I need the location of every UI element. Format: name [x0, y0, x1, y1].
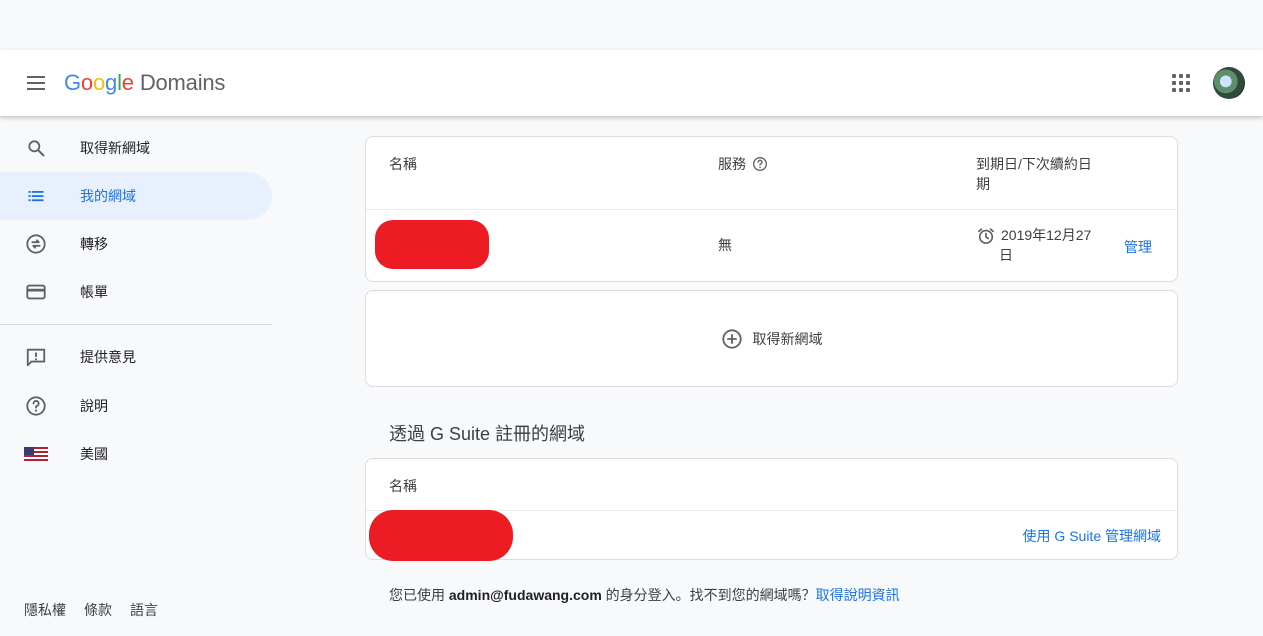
- sidebar-item-transfer[interactable]: 轉移: [0, 220, 272, 268]
- gsuite-domains-table: 名稱 使用 G Suite 管理網域: [365, 458, 1178, 561]
- sidebar-item-label: 美國: [80, 446, 108, 462]
- manage-domain-link[interactable]: 管理: [1124, 237, 1152, 257]
- column-header-expiry: 到期日/下次續約日 期: [976, 154, 1116, 194]
- list-icon: [24, 184, 48, 208]
- logo-letter: G: [64, 70, 81, 95]
- add-circle-icon: [721, 328, 742, 349]
- add-domain-card[interactable]: 取得新網域: [365, 290, 1178, 387]
- sidebar-item-feedback[interactable]: 提供意見: [0, 333, 272, 381]
- sidebar-item-help[interactable]: 說明: [0, 382, 272, 430]
- domains-table: 名稱 服務 到期日/下次續約日 期 無 2019年12月27 日 管理: [365, 136, 1178, 282]
- apps-grid-icon[interactable]: [1168, 70, 1194, 96]
- sidebar: 取得新網域 我的網域 轉移 帳單 提供意見 說明 美國 隱私權 條款 語言: [0, 116, 272, 636]
- help-icon: [24, 394, 48, 418]
- sidebar-item-billing[interactable]: 帳單: [0, 268, 272, 316]
- feedback-icon: [24, 345, 48, 369]
- credit-card-icon: [24, 280, 48, 304]
- avatar[interactable]: [1213, 67, 1245, 99]
- us-flag-icon: [24, 442, 48, 466]
- top-strip: [0, 0, 1263, 50]
- row-divider: [366, 209, 1177, 210]
- login-note-prefix: 您已使用: [389, 587, 449, 603]
- sidebar-item-label: 提供意見: [80, 349, 136, 365]
- sidebar-item-label: 我的網域: [80, 188, 136, 204]
- login-email: admin@fudawang.com: [448, 587, 602, 603]
- sidebar-item-label: 帳單: [80, 284, 108, 300]
- gsuite-section-title: 透過 G Suite 註冊的網域: [389, 424, 586, 444]
- language-link[interactable]: 語言: [130, 600, 158, 620]
- column-header-service-label: 服務: [718, 156, 746, 172]
- manage-gsuite-link[interactable]: 使用 G Suite 管理網域: [1023, 526, 1161, 546]
- help-info-link[interactable]: 取得說明資訊: [816, 587, 900, 603]
- sidebar-divider: [0, 324, 272, 325]
- sidebar-item-get-domain[interactable]: 取得新網域: [0, 124, 272, 172]
- column-header-name: 名稱: [389, 478, 417, 494]
- logo-letter: e: [121, 70, 134, 95]
- add-domain-label: 取得新網域: [752, 330, 823, 347]
- sidebar-item-my-domains[interactable]: 我的網域: [0, 172, 272, 220]
- terms-link[interactable]: 條款: [84, 600, 112, 620]
- sidebar-item-label: 說明: [80, 398, 108, 414]
- logo-letter: o: [80, 70, 93, 95]
- sidebar-footer: 隱私權 條款 語言: [24, 600, 158, 620]
- menu-icon[interactable]: [20, 68, 52, 98]
- sidebar-item-country[interactable]: 美國: [0, 430, 272, 478]
- help-icon[interactable]: [752, 156, 768, 172]
- redacted-domain-name: [369, 510, 513, 561]
- domain-expiry-date: 2019年12月27 日: [999, 225, 1101, 265]
- google-domains-logo[interactable]: Google Domains: [64, 69, 225, 97]
- privacy-link[interactable]: 隱私權: [24, 600, 66, 620]
- column-header-service: 服務: [718, 154, 768, 174]
- domain-service: 無: [718, 237, 732, 253]
- app-bar: Google Domains: [0, 50, 1263, 116]
- sidebar-item-label: 取得新網域: [80, 140, 150, 156]
- column-header-expiry-line1: 到期日/下次續約日: [976, 156, 1092, 172]
- login-note: 您已使用 admin@fudawang.com 的身分登入。找不到您的網域嗎？取…: [389, 585, 900, 605]
- sidebar-item-label: 轉移: [80, 236, 108, 252]
- redacted-domain-name: [375, 220, 489, 269]
- domain-expiry-line1: 2019年12月27: [1001, 227, 1092, 243]
- domain-expiry-line2: 日: [999, 247, 1013, 263]
- login-note-suffix: 的身分登入。找不到您的網域嗎？: [601, 587, 816, 603]
- column-header-name: 名稱: [389, 156, 417, 172]
- transfer-icon: [24, 232, 48, 256]
- logo-letter: o: [92, 70, 106, 95]
- search-icon: [24, 136, 48, 160]
- product-name: Domains: [139, 70, 226, 95]
- column-header-expiry-line2: 期: [976, 176, 990, 192]
- add-domain-button[interactable]: 取得新網域: [721, 328, 823, 350]
- logo-letter: g: [105, 70, 118, 95]
- alarm-clock-icon: [976, 226, 996, 246]
